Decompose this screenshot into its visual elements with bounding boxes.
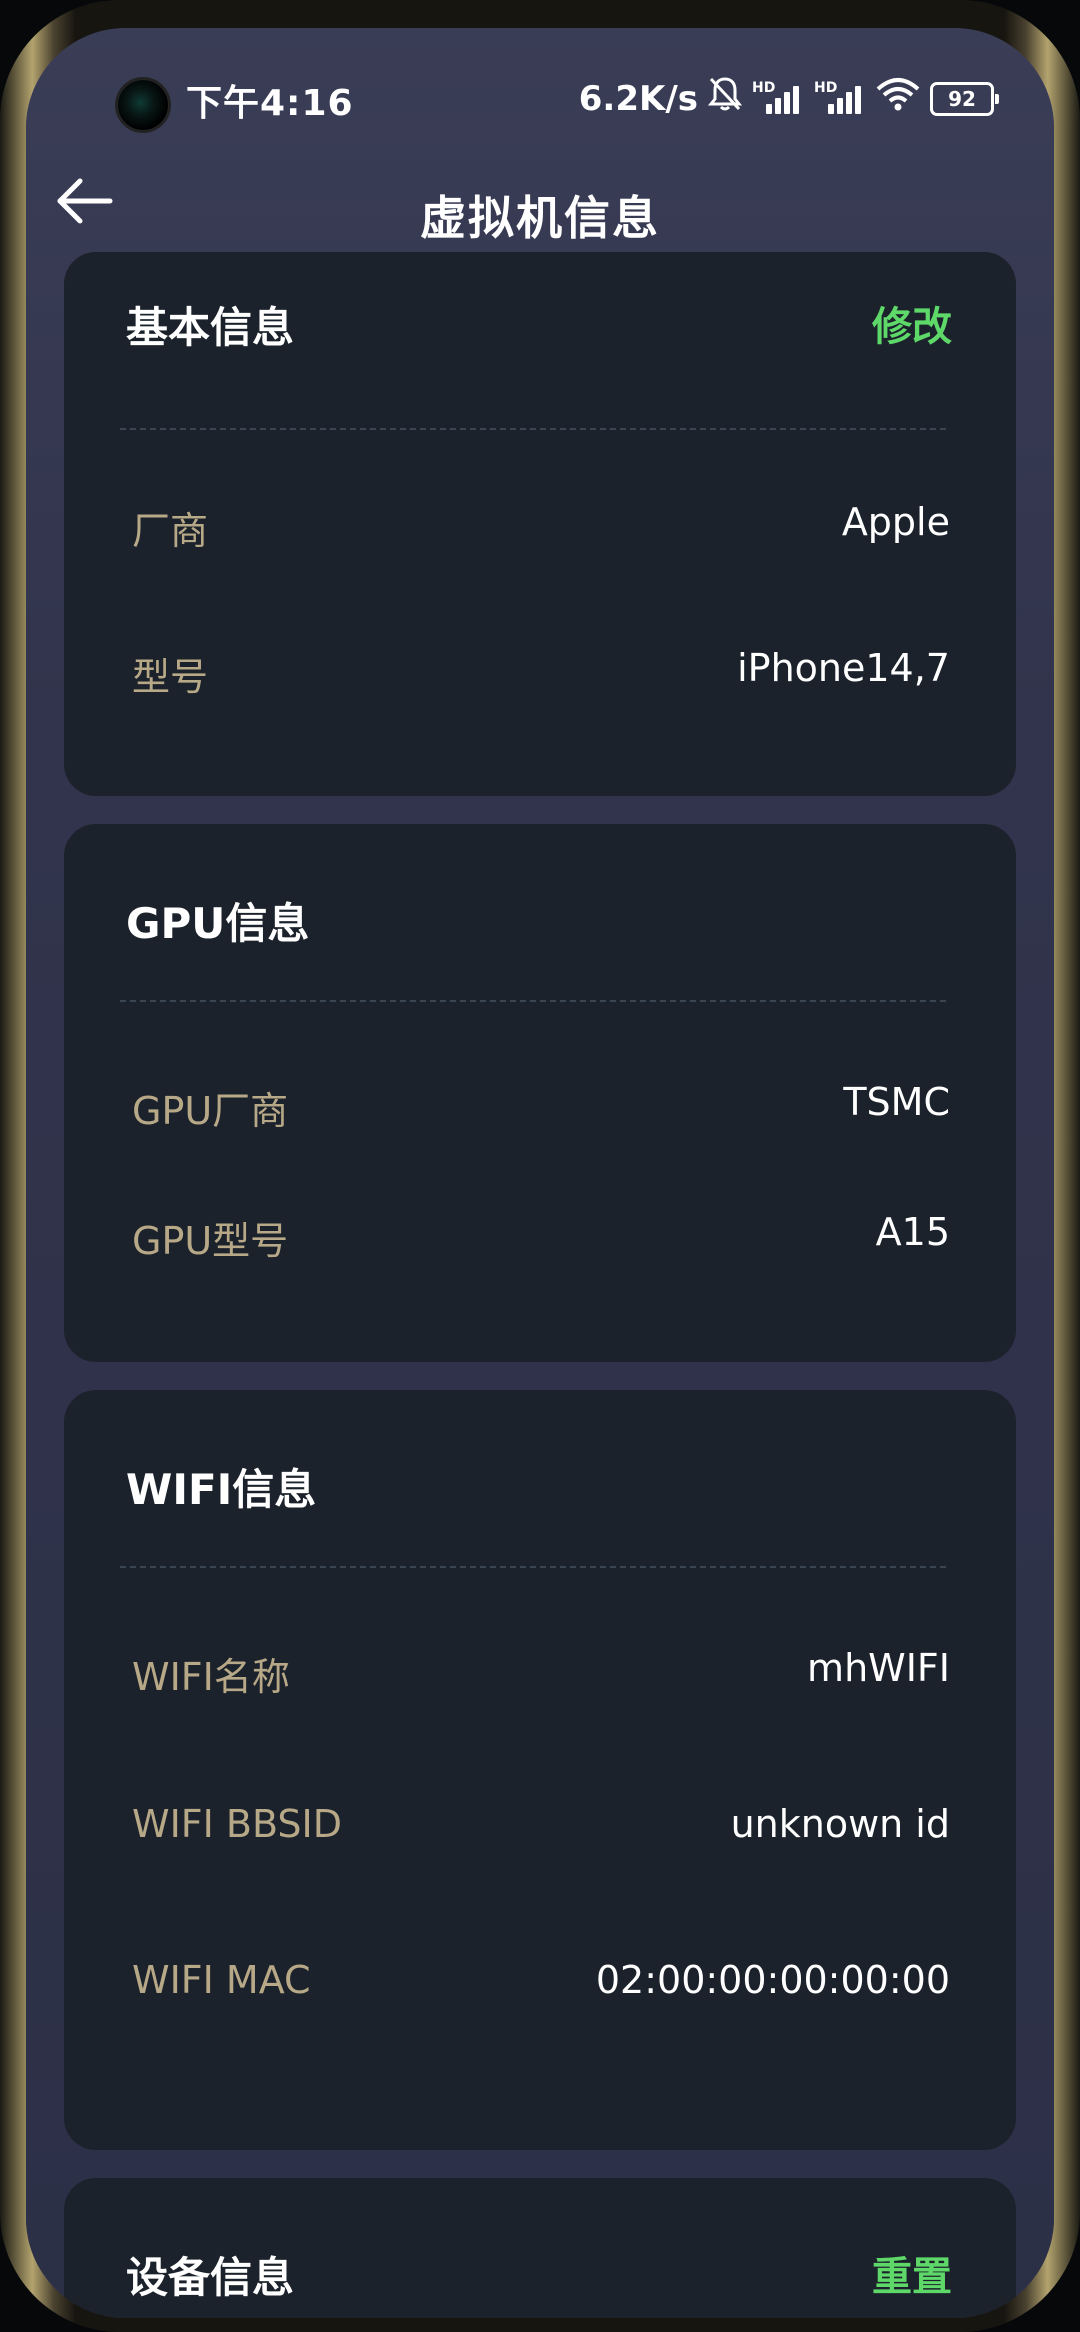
basic-info-card: 基本信息 修改 厂商 Apple 型号 iPhone14,7 bbox=[64, 252, 1016, 796]
gpu-vendor-label: GPU厂商 bbox=[132, 1089, 289, 1133]
signal-bar bbox=[766, 103, 772, 114]
signal-bar bbox=[775, 97, 781, 114]
signal-bar bbox=[793, 85, 799, 114]
model-label: 型号 bbox=[132, 655, 209, 699]
signal-bar bbox=[837, 97, 843, 114]
device-info-title: 设备信息 bbox=[126, 2253, 295, 2302]
status-icons: 6.2K/s HD HD 92 bbox=[578, 76, 999, 121]
divider bbox=[120, 428, 946, 430]
gpu-model-value: A15 bbox=[875, 1210, 950, 1254]
battery-icon: 92 bbox=[930, 81, 999, 116]
vendor-label: 厂商 bbox=[132, 509, 209, 553]
signal-bar bbox=[784, 91, 790, 114]
divider bbox=[120, 1000, 946, 1002]
header: 虚拟机信息 bbox=[26, 148, 1054, 268]
page-title: 虚拟机信息 bbox=[420, 191, 660, 245]
wifi-bbsid-value: unknown id bbox=[730, 1802, 950, 1846]
model-value: iPhone14,7 bbox=[737, 646, 950, 690]
vendor-value: Apple bbox=[841, 500, 950, 544]
sim2-hd-label: HD bbox=[814, 79, 838, 96]
basic-info-title: 基本信息 bbox=[126, 303, 295, 352]
device-info-card: 设备信息 重置 bbox=[64, 2178, 1016, 2318]
mute-bell-icon bbox=[707, 76, 743, 121]
network-speed: 6.2K/s bbox=[578, 78, 698, 119]
wifi-mac-value: 02:00:00:00:00:00 bbox=[595, 1958, 950, 2002]
wifi-mac-label: WIFI MAC bbox=[132, 1958, 311, 2002]
divider bbox=[120, 1566, 946, 1568]
gpu-info-card: GPU信息 GPU厂商 TSMC GPU型号 A15 bbox=[64, 824, 1016, 1362]
signal-icon: HD bbox=[752, 79, 804, 116]
gpu-vendor-value: TSMC bbox=[843, 1080, 950, 1124]
wifi-icon bbox=[876, 77, 920, 120]
signal-bar bbox=[855, 85, 861, 114]
edit-button[interactable]: 修改 bbox=[872, 294, 952, 352]
status-time: 下午4:16 bbox=[186, 83, 354, 124]
sim1-hd-label: HD bbox=[752, 79, 776, 96]
wifi-bbsid-label: WIFI BBSID bbox=[132, 1802, 342, 1846]
reset-button[interactable]: 重置 bbox=[872, 2244, 952, 2302]
phone-frame: 下午4:16 6.2K/s HD HD 92 虚拟机信息 基本信息 修改 厂商 … bbox=[0, 0, 1080, 2332]
wifi-name-label: WIFI名称 bbox=[132, 1655, 290, 1699]
gpu-model-label: GPU型号 bbox=[132, 1219, 289, 1263]
wifi-info-card: WIFI信息 WIFI名称 mhWIFI WIFI BBSID unknown … bbox=[64, 1390, 1016, 2150]
signal-bar bbox=[828, 103, 834, 114]
status-bar: 下午4:16 6.2K/s HD HD 92 bbox=[26, 28, 1054, 148]
camera-icon bbox=[118, 80, 168, 130]
gpu-info-title: GPU信息 bbox=[126, 899, 310, 948]
signal-icon: HD bbox=[814, 79, 866, 116]
signal-bar bbox=[846, 91, 852, 114]
screen: 下午4:16 6.2K/s HD HD 92 虚拟机信息 基本信息 修改 厂商 … bbox=[26, 28, 1054, 2318]
wifi-info-title: WIFI信息 bbox=[126, 1465, 317, 1514]
wifi-name-value: mhWIFI bbox=[807, 1646, 950, 1690]
